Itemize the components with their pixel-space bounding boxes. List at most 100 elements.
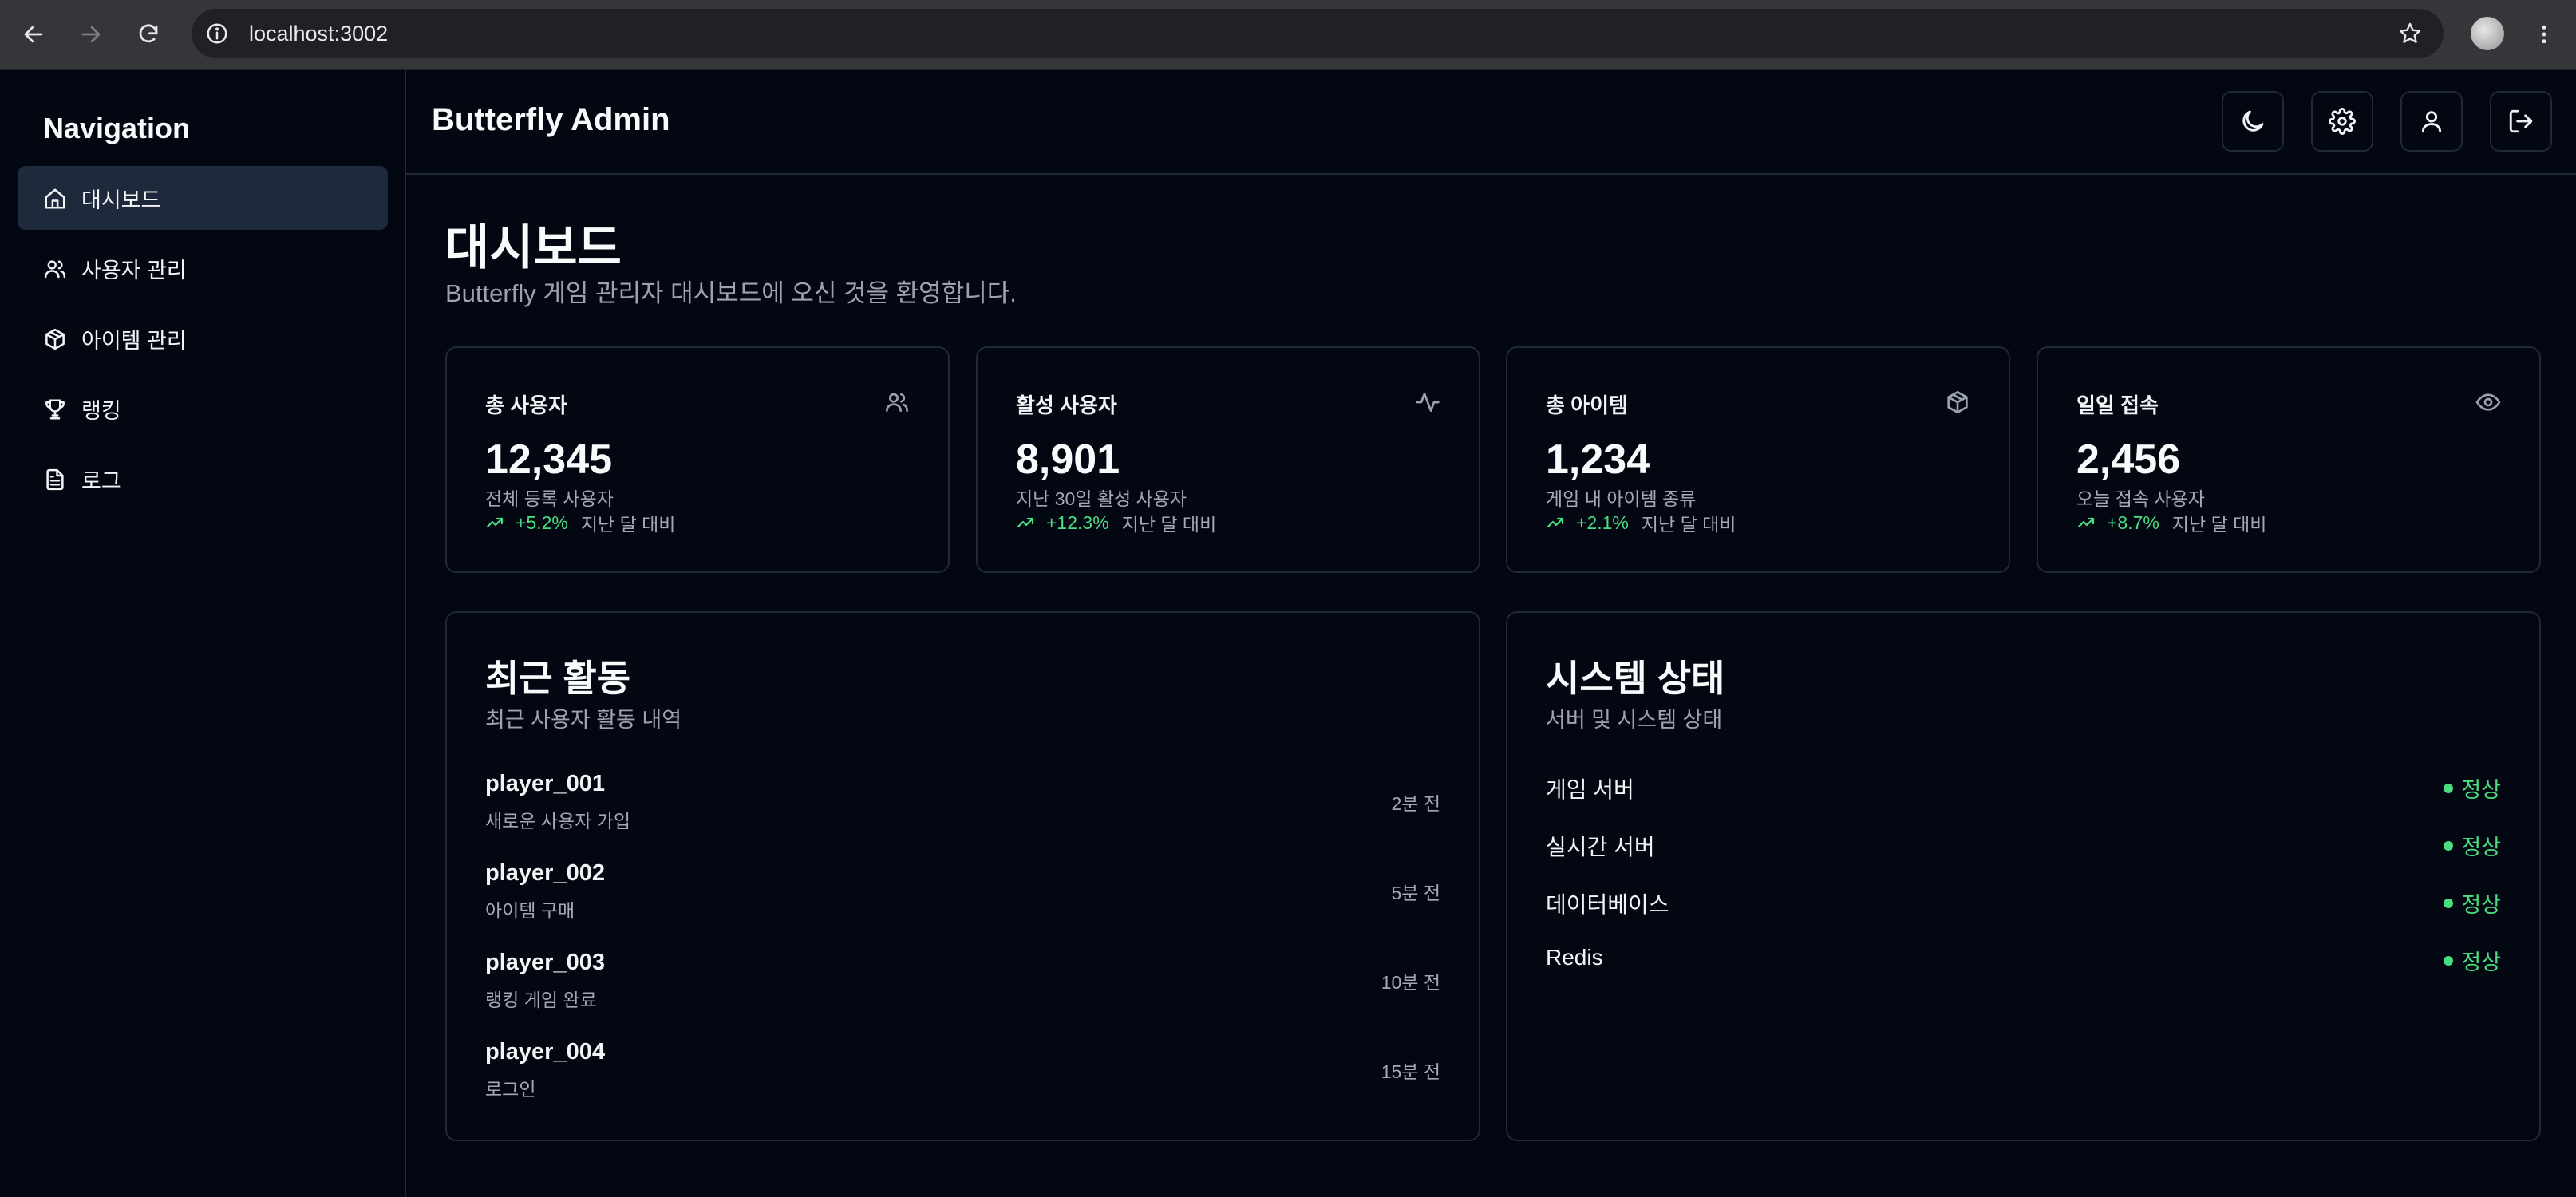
activity-time: 10분 전: [1381, 972, 1440, 993]
sidebar-item-label: 사용자 관리: [81, 258, 187, 282]
sidebar-item-ranking[interactable]: 랭킹: [18, 377, 388, 440]
page-subtitle: Butterfly 게임 관리자 대시보드에 오신 것을 환영합니다.: [445, 279, 1017, 307]
service-name: 데이터베이스: [1546, 892, 1669, 917]
logout-button[interactable]: [2490, 91, 2552, 152]
activity-action: 새로운 사용자 가입: [485, 811, 631, 832]
user-icon: [2418, 108, 2445, 135]
users-icon: [884, 389, 910, 415]
status-dot-icon: [2444, 898, 2454, 908]
status-badge: 정상: [2444, 830, 2501, 861]
trend-percent: +12.3%: [1046, 512, 1109, 533]
stat-trend: +8.7% 지난 달 대비: [2076, 511, 2266, 535]
app-title: Butterfly Admin: [432, 102, 670, 137]
stat-trend: +2.1% 지난 달 대비: [1546, 511, 1736, 535]
theme-toggle-button[interactable]: [2222, 91, 2284, 152]
info-icon[interactable]: [203, 19, 231, 48]
trend-note: 지난 달 대비: [580, 514, 676, 535]
list-item: player_004 로그인 15분 전: [485, 1039, 1440, 1111]
browser-toolbar: localhost:3002: [0, 0, 2576, 70]
trending-up-icon: [485, 513, 504, 532]
activity-user: player_004: [485, 1039, 605, 1065]
sidebar-item-label: 로그: [81, 468, 121, 493]
status-dot-icon: [2444, 840, 2454, 851]
trending-up-icon: [2076, 513, 2096, 532]
activity-time: 15분 전: [1381, 1061, 1440, 1082]
recent-activity-panel: 최근 활동 최근 사용자 활동 내역 player_001 새로운 사용자 가입…: [445, 611, 1480, 1141]
activity-user: player_001: [485, 771, 605, 796]
panel-title: 시스템 상태: [1546, 658, 1725, 699]
sidebar-item-dashboard[interactable]: 대시보드: [18, 166, 388, 230]
status-badge: 정상: [2444, 772, 2501, 804]
sidebar-item-label: 대시보드: [81, 188, 161, 212]
activity-time: 5분 전: [1391, 883, 1440, 903]
settings-icon: [2329, 108, 2356, 135]
file-text-icon: [43, 468, 67, 492]
status-row-redis: Redis 정상: [1546, 945, 2501, 977]
sidebar: Navigation 대시보드 사용자 관리 아이템 관리 랭킹 로그: [0, 70, 406, 1197]
status-dot-icon: [2444, 783, 2454, 793]
star-icon[interactable]: [2396, 19, 2424, 48]
stat-title: 활성 사용자: [1016, 393, 1117, 417]
stat-value: 12,345: [485, 437, 613, 483]
forward-icon[interactable]: [72, 15, 110, 53]
url-text[interactable]: localhost:3002: [249, 9, 388, 58]
activity-action: 로그인: [485, 1079, 536, 1100]
stat-trend: +12.3% 지난 달 대비: [1016, 511, 1216, 535]
stat-value: 8,901: [1016, 437, 1120, 483]
stat-title: 총 아이템: [1546, 393, 1628, 417]
address-bar[interactable]: localhost:3002: [192, 9, 2444, 58]
stat-value: 1,234: [1546, 437, 1650, 483]
status-row-realtime-server: 실시간 서버 정상: [1546, 830, 2501, 862]
status-text: 정상: [2461, 778, 2501, 802]
profile-button[interactable]: [2400, 91, 2463, 152]
stat-card-total-users: 총 사용자 12,345 전체 등록 사용자 +5.2% 지난 달 대비: [445, 346, 950, 573]
profile-avatar[interactable]: [2471, 17, 2504, 50]
sidebar-item-logs[interactable]: 로그: [18, 447, 388, 511]
service-name: Redis: [1546, 945, 1603, 970]
status-dot-icon: [2444, 955, 2454, 966]
stat-description: 게임 내 아이템 종류: [1546, 488, 1697, 509]
eye-icon: [2475, 389, 2501, 415]
logout-icon: [2507, 108, 2535, 135]
activity-time: 2분 전: [1391, 793, 1440, 814]
more-vert-icon[interactable]: [2530, 15, 2558, 53]
trending-up-icon: [1016, 513, 1035, 532]
activity-action: 랭킹 게임 완료: [485, 990, 597, 1010]
panel-subtitle: 서버 및 시스템 상태: [1546, 708, 1723, 732]
trend-note: 지난 달 대비: [1121, 514, 1217, 535]
page-title: 대시보드: [445, 221, 622, 275]
app-header: Butterfly Admin: [406, 70, 2576, 175]
stat-card-active-users: 활성 사용자 8,901 지난 30일 활성 사용자 +12.3% 지난 달 대…: [976, 346, 1480, 573]
service-name: 게임 서버: [1546, 777, 1634, 802]
trophy-icon: [43, 397, 67, 421]
status-text: 정상: [2461, 893, 2501, 917]
stat-description: 오늘 접속 사용자: [2076, 488, 2205, 509]
sidebar-title: Navigation: [43, 112, 191, 144]
stat-title: 총 사용자: [485, 393, 567, 417]
stat-value: 2,456: [2076, 437, 2181, 483]
system-status-panel: 시스템 상태 서버 및 시스템 상태 게임 서버 정상 실시간 서버 정상 데이…: [1506, 611, 2541, 1141]
moon-icon: [2239, 108, 2266, 135]
activity-icon: [1415, 389, 1440, 415]
trend-percent: +5.2%: [516, 512, 568, 533]
users-icon: [43, 257, 67, 281]
settings-button[interactable]: [2311, 91, 2373, 152]
activity-action: 아이템 구매: [485, 900, 575, 921]
panel-subtitle: 최근 사용자 활동 내역: [485, 708, 682, 732]
panel-title: 최근 활동: [485, 658, 631, 699]
trend-percent: +8.7%: [2107, 512, 2159, 533]
package-icon: [43, 327, 67, 351]
status-badge: 정상: [2444, 887, 2501, 918]
status-text: 정상: [2461, 950, 2501, 974]
trend-note: 지난 달 대비: [1641, 514, 1736, 535]
stat-trend: +5.2% 지난 달 대비: [485, 511, 675, 535]
activity-user: player_002: [485, 860, 605, 886]
sidebar-item-items[interactable]: 아이템 관리: [18, 306, 388, 370]
status-badge: 정상: [2444, 945, 2501, 976]
sidebar-item-users[interactable]: 사용자 관리: [18, 236, 388, 300]
reload-icon[interactable]: [129, 15, 168, 53]
list-item: player_001 새로운 사용자 가입 2분 전: [485, 771, 1440, 843]
activity-user: player_003: [485, 950, 605, 975]
list-item: player_002 아이템 구매 5분 전: [485, 860, 1440, 932]
back-icon[interactable]: [14, 15, 53, 53]
